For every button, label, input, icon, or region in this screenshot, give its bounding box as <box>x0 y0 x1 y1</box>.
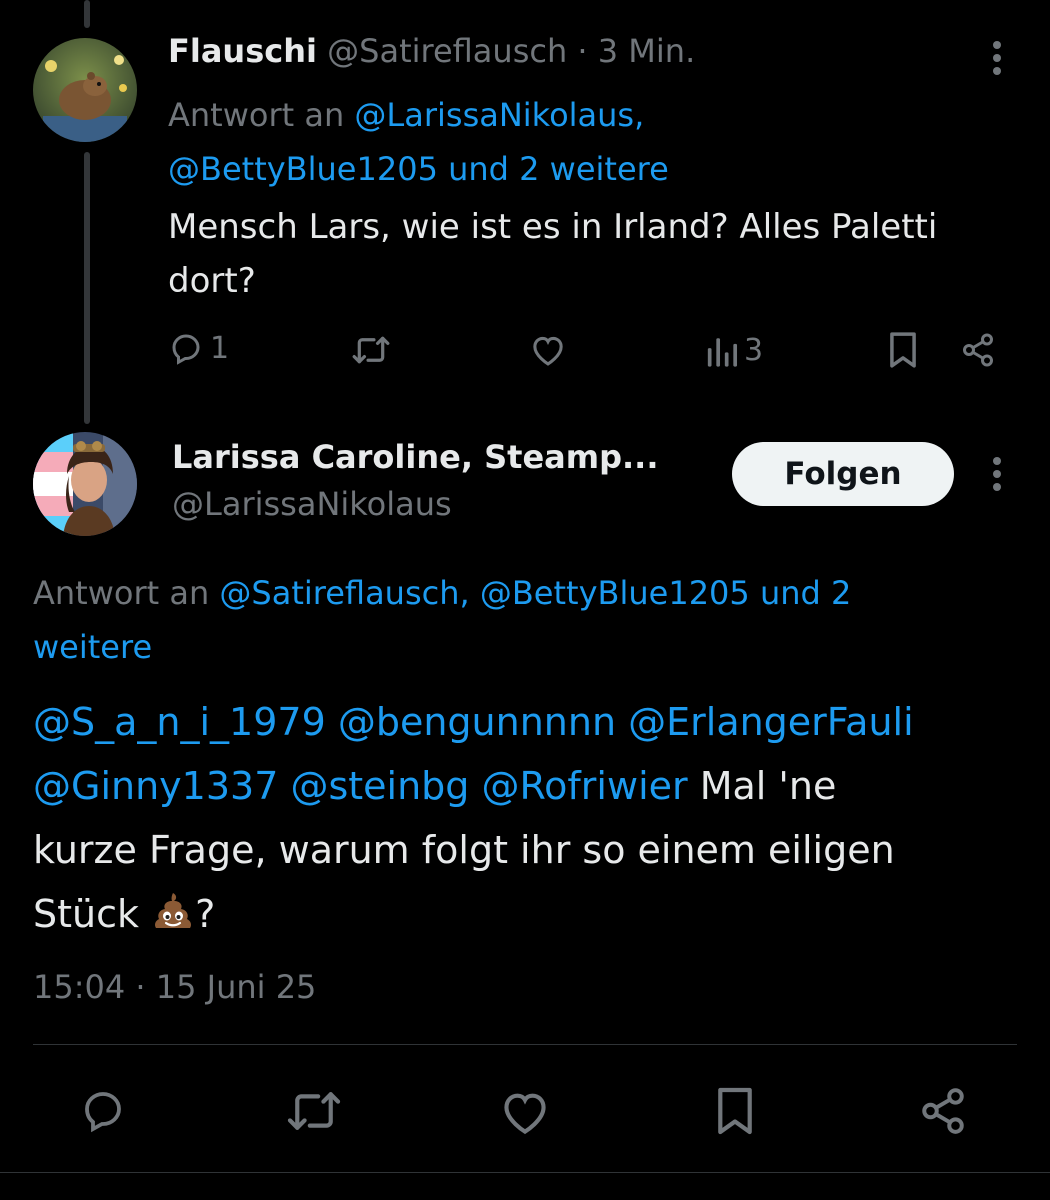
reply-to-context: Antwort an @LarissaNikolaus, @BettyBlue1… <box>168 88 1008 196</box>
post-text-line2-tail: Mal 'ne <box>687 764 837 808</box>
speech-bubble-icon <box>85 1092 121 1133</box>
author-handle[interactable]: @LarissaNikolaus <box>172 485 452 523</box>
divider <box>33 1044 1017 1045</box>
post-timestamp[interactable]: 15:04 · 15 Juni 25 <box>33 968 316 1006</box>
bookmark-icon <box>890 332 916 368</box>
post-mentions-line2[interactable]: @Ginny1337 @steinbg @Rofriwier <box>33 764 688 808</box>
share-nodes-icon <box>922 1088 964 1134</box>
repost-arrows-icon <box>287 1092 341 1130</box>
post-text-line4-start: Stück <box>33 892 152 936</box>
main-bookmark-action[interactable] <box>714 1084 756 1138</box>
reply-mentions-line2[interactable]: weitere <box>33 620 1023 674</box>
main-repost-action[interactable] <box>286 1088 342 1134</box>
user-handle[interactable]: @Satireflausch <box>327 32 567 70</box>
display-name[interactable]: Flauschi <box>168 32 317 70</box>
repost-arrows-icon <box>352 336 390 364</box>
reply-text-line1: Mensch Lars, wie ist es in Irland? Alles… <box>168 207 938 247</box>
view-count: 3 <box>744 333 764 368</box>
post-text-line3: kurze Frage, warum folgt ihr so einem ei… <box>33 828 895 872</box>
bookmark-icon <box>718 1087 752 1135</box>
views-action[interactable]: 3 <box>706 333 763 368</box>
more-vertical-dots-icon <box>993 457 1001 491</box>
bookmark-action[interactable] <box>887 331 919 369</box>
reply-mentions-line2[interactable]: @BettyBlue1205 und 2 weitere <box>168 142 1008 196</box>
pile-of-poo-emoji <box>151 888 195 952</box>
post-text-line4-end: ? <box>195 892 216 936</box>
bar-chart-icon <box>707 337 738 367</box>
avatar-flauschi[interactable] <box>33 38 137 142</box>
main-reply-action[interactable] <box>78 1086 128 1134</box>
thread-connector <box>84 152 90 424</box>
reply-action[interactable]: 1 <box>168 330 229 366</box>
reply-prefix: Antwort an <box>168 96 345 134</box>
reply-text: Mensch Lars, wie ist es in Irland? Alles… <box>168 200 1028 308</box>
share-nodes-icon <box>963 333 993 367</box>
reply-header: Flauschi @Satireflausch · 3 Min. <box>168 32 695 70</box>
speech-bubble-icon <box>172 334 200 365</box>
heart-icon <box>533 336 563 366</box>
post-mentions-line1[interactable]: @S_a_n_i_1979 @bengunnnnn @ErlangerFauli <box>33 690 1043 754</box>
like-action[interactable] <box>529 333 567 367</box>
main-share-action[interactable] <box>918 1086 968 1136</box>
post-text: @S_a_n_i_1979 @bengunnnnn @ErlangerFauli… <box>33 690 1043 952</box>
share-action[interactable] <box>960 332 996 368</box>
thread-connector-top <box>84 0 90 28</box>
reply-count: 1 <box>210 330 230 366</box>
bottom-divider <box>0 1172 1050 1173</box>
main-like-action[interactable] <box>498 1088 552 1136</box>
more-vertical-dots-icon <box>993 41 1001 75</box>
reply-mentions-line1[interactable]: @Satireflausch, @BettyBlue1205 und 2 <box>219 574 851 612</box>
relative-time[interactable]: 3 Min. <box>598 32 695 70</box>
reply-mentions-line1[interactable]: @LarissaNikolaus, <box>354 96 644 134</box>
follow-button[interactable]: Folgen <box>732 442 954 506</box>
avatar-larissa[interactable] <box>33 432 137 536</box>
main-reply-to-context: Antwort an @Satireflausch, @BettyBlue120… <box>33 566 1023 674</box>
reply-prefix: Antwort an <box>33 574 210 612</box>
header-separator: · <box>577 32 588 70</box>
reply-text-line2: dort? <box>168 261 256 301</box>
more-options-button[interactable] <box>984 38 1010 82</box>
author-display-name[interactable]: Larissa Caroline, Steamp... <box>172 438 658 476</box>
more-options-button-main[interactable] <box>984 454 1010 498</box>
heart-icon <box>504 1093 546 1135</box>
repost-action[interactable] <box>352 333 390 367</box>
